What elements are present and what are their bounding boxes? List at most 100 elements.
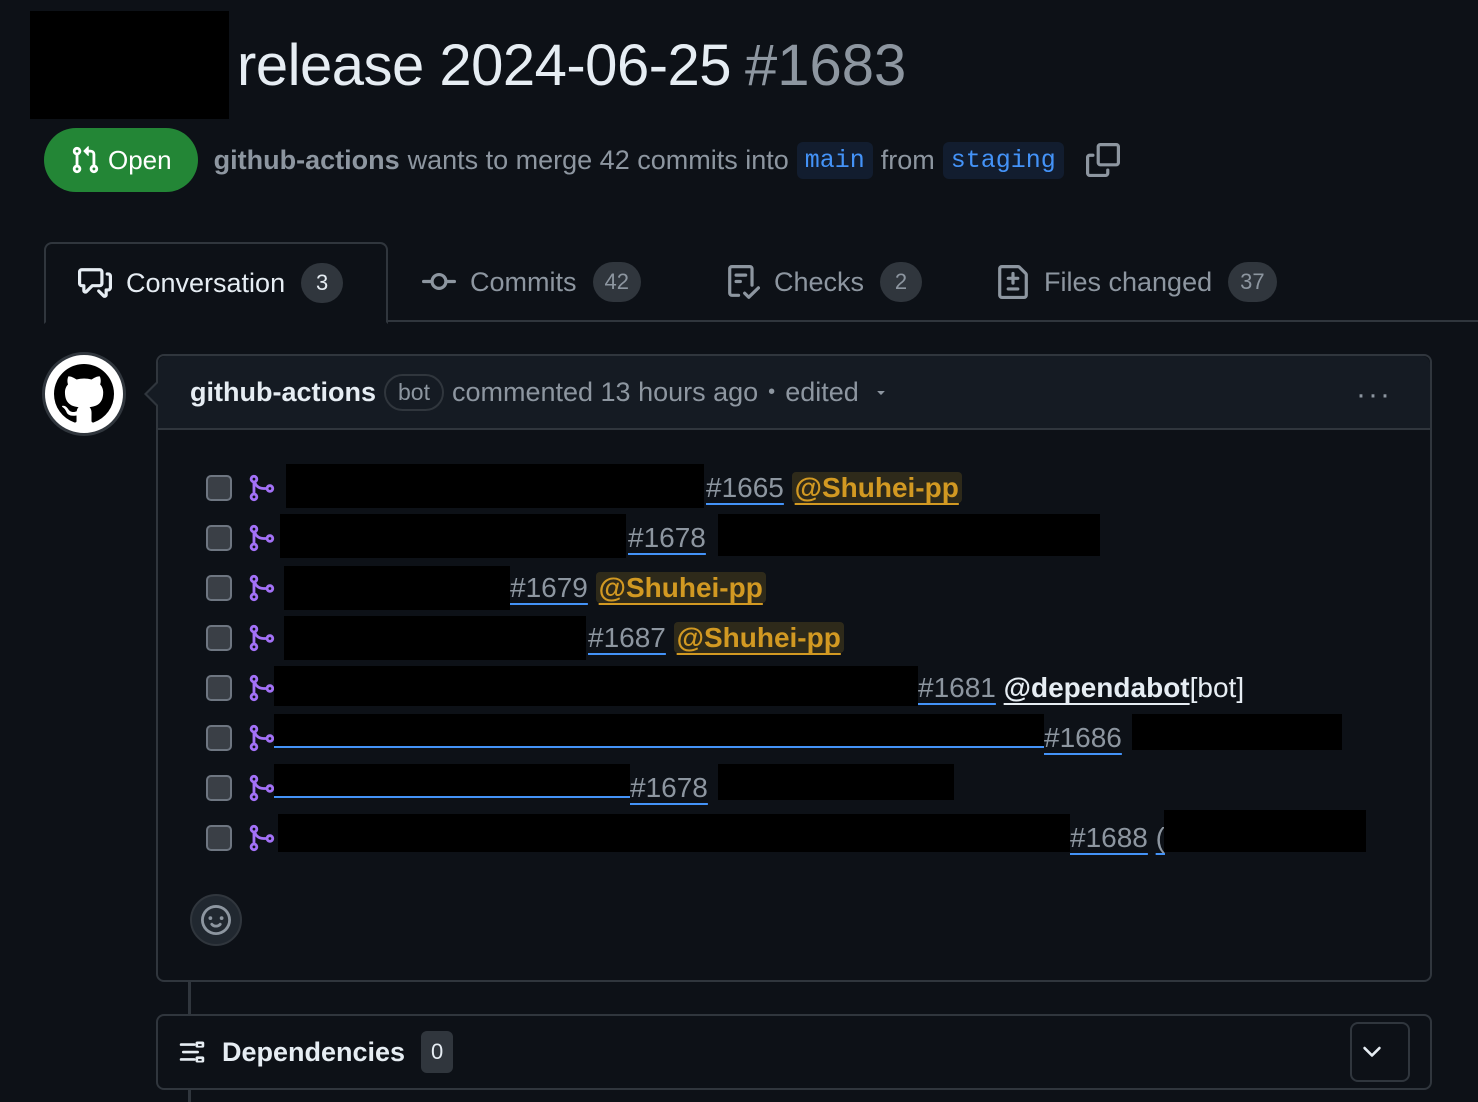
git-merge-icon xyxy=(249,624,275,652)
pr-link[interactable]: #1686 xyxy=(1044,722,1122,753)
redacted-block xyxy=(718,514,1100,556)
user-mention[interactable]: @Shuhei-pp xyxy=(791,472,962,503)
base-branch[interactable]: main xyxy=(796,141,873,179)
redacted-block xyxy=(30,11,229,119)
bot-badge: bot xyxy=(383,373,444,411)
file-diff-icon xyxy=(998,265,1028,299)
triangle-down-icon[interactable] xyxy=(873,384,889,400)
redacted-block xyxy=(286,464,704,508)
pr-link[interactable]: #1688 xyxy=(1070,822,1148,853)
pr-state-row: Open github-actions wants to merge 42 co… xyxy=(44,128,1120,192)
tab-conversation[interactable]: Conversation 3 xyxy=(44,242,388,324)
redacted-block xyxy=(278,814,1070,852)
redacted-block xyxy=(284,566,510,610)
avatar[interactable] xyxy=(42,352,126,436)
dependencies-expand-button[interactable] xyxy=(1350,1022,1410,1082)
status-badge: Open xyxy=(44,128,198,192)
redacted-block xyxy=(274,764,630,798)
pr-link[interactable]: #1679 xyxy=(510,572,588,603)
comment-timestamp[interactable]: commented 13 hours ago xyxy=(452,377,758,408)
list-item: #1687 @Shuhei-pp xyxy=(204,614,1404,664)
checklist-icon xyxy=(728,265,760,299)
pr-link[interactable]: #1678 xyxy=(628,522,706,553)
edited-dropdown[interactable]: edited xyxy=(785,377,859,408)
comment-box: github-actions bot commented 13 hours ag… xyxy=(144,354,1432,982)
status-label: Open xyxy=(108,144,172,175)
list-item: #1681 @dependabot[bot] xyxy=(204,664,1404,714)
redacted-block xyxy=(718,764,954,800)
redacted-block xyxy=(274,714,1044,748)
redacted-block xyxy=(1164,810,1366,852)
task-checkbox[interactable] xyxy=(206,575,232,601)
pr-number: #1683 xyxy=(745,32,907,98)
task-text: #1665 @Shuhei-pp xyxy=(706,466,962,510)
meta-separator: • xyxy=(768,380,776,403)
task-text: #1686 xyxy=(1044,716,1122,760)
redacted-block xyxy=(284,616,586,660)
tab-checks[interactable]: Checks 2 xyxy=(726,242,923,322)
comment-header: github-actions bot commented 13 hours ag… xyxy=(144,356,1430,430)
redacted-block xyxy=(280,514,626,558)
task-text: #1678 xyxy=(630,766,708,810)
task-checkbox[interactable] xyxy=(206,775,232,801)
copy-icon[interactable] xyxy=(1085,143,1120,177)
tab-counter: 3 xyxy=(301,263,344,303)
bot-suffix: [bot] xyxy=(1189,672,1245,703)
smiley-icon xyxy=(201,905,231,935)
task-checkbox[interactable] xyxy=(206,475,232,501)
github-logo-icon xyxy=(54,364,114,423)
redacted-block xyxy=(274,666,918,706)
git-merge-icon xyxy=(249,574,275,602)
tab-files-changed[interactable]: Files changed 37 xyxy=(996,242,1277,322)
list-item: #1678 xyxy=(204,764,1404,814)
git-merge-icon xyxy=(249,724,275,752)
git-merge-icon xyxy=(249,824,275,852)
comment-menu-button[interactable]: ··· xyxy=(1356,378,1392,412)
tab-label: Conversation xyxy=(126,267,286,298)
from-text: from xyxy=(880,144,935,175)
pr-link[interactable]: #1678 xyxy=(630,772,708,803)
git-merge-icon xyxy=(249,774,275,802)
add-reaction-button[interactable] xyxy=(190,894,242,946)
task-text: #1688 ( xyxy=(1070,816,1165,860)
chevron-down-icon xyxy=(1363,1046,1381,1057)
user-mention[interactable]: @dependabot xyxy=(1004,672,1190,703)
dependencies-panel: Dependencies 0 xyxy=(156,1014,1432,1090)
tab-commits[interactable]: Commits 42 xyxy=(422,242,641,322)
user-mention[interactable]: @Shuhei-pp xyxy=(595,572,766,603)
list-item: #1665 @Shuhei-pp xyxy=(204,464,1404,514)
comment-discussion-icon xyxy=(78,268,112,298)
pr-link[interactable]: #1687 xyxy=(588,622,666,653)
tab-counter: 42 xyxy=(592,262,641,302)
tab-label: Commits xyxy=(470,266,577,297)
git-merge-icon xyxy=(249,524,275,552)
task-checkbox[interactable] xyxy=(206,725,232,751)
task-checkbox[interactable] xyxy=(206,525,232,551)
git-merge-icon xyxy=(249,674,275,702)
comment-author-link[interactable]: github-actions xyxy=(190,377,376,408)
task-text: #1681 @dependabot[bot] xyxy=(918,666,1244,710)
git-pull-request-icon xyxy=(72,146,99,174)
list-item: #1679 @Shuhei-pp xyxy=(204,564,1404,614)
pr-link[interactable]: #1681 xyxy=(918,672,996,703)
page-title: release 2024-06-25 xyxy=(237,32,732,98)
tab-counter: 37 xyxy=(1228,262,1277,302)
user-mention[interactable]: @Shuhei-pp xyxy=(673,622,844,653)
merge-description: github-actions wants to merge 42 commits… xyxy=(214,141,1120,179)
dependencies-counter: 0 xyxy=(421,1031,454,1073)
pr-author-link[interactable]: github-actions xyxy=(214,145,400,176)
tab-label: Checks xyxy=(774,266,865,297)
head-branch[interactable]: staging xyxy=(942,141,1064,179)
list-item: #1686 xyxy=(204,714,1404,764)
dependencies-title: Dependencies xyxy=(222,1036,406,1067)
pr-link[interactable]: #1665 xyxy=(706,472,784,503)
task-checkbox[interactable] xyxy=(206,625,232,651)
task-list: #1665 @Shuhei-pp #1678 #1679 @Shuhei-pp … xyxy=(204,464,1404,864)
redacted-block xyxy=(1132,714,1342,750)
merge-text: wants to merge 42 commits into xyxy=(407,144,789,175)
task-checkbox[interactable] xyxy=(206,675,232,701)
list-item: #1678 xyxy=(204,514,1404,564)
task-text: #1678 xyxy=(628,516,706,560)
task-checkbox[interactable] xyxy=(206,825,232,851)
task-text: #1679 @Shuhei-pp xyxy=(510,566,766,610)
